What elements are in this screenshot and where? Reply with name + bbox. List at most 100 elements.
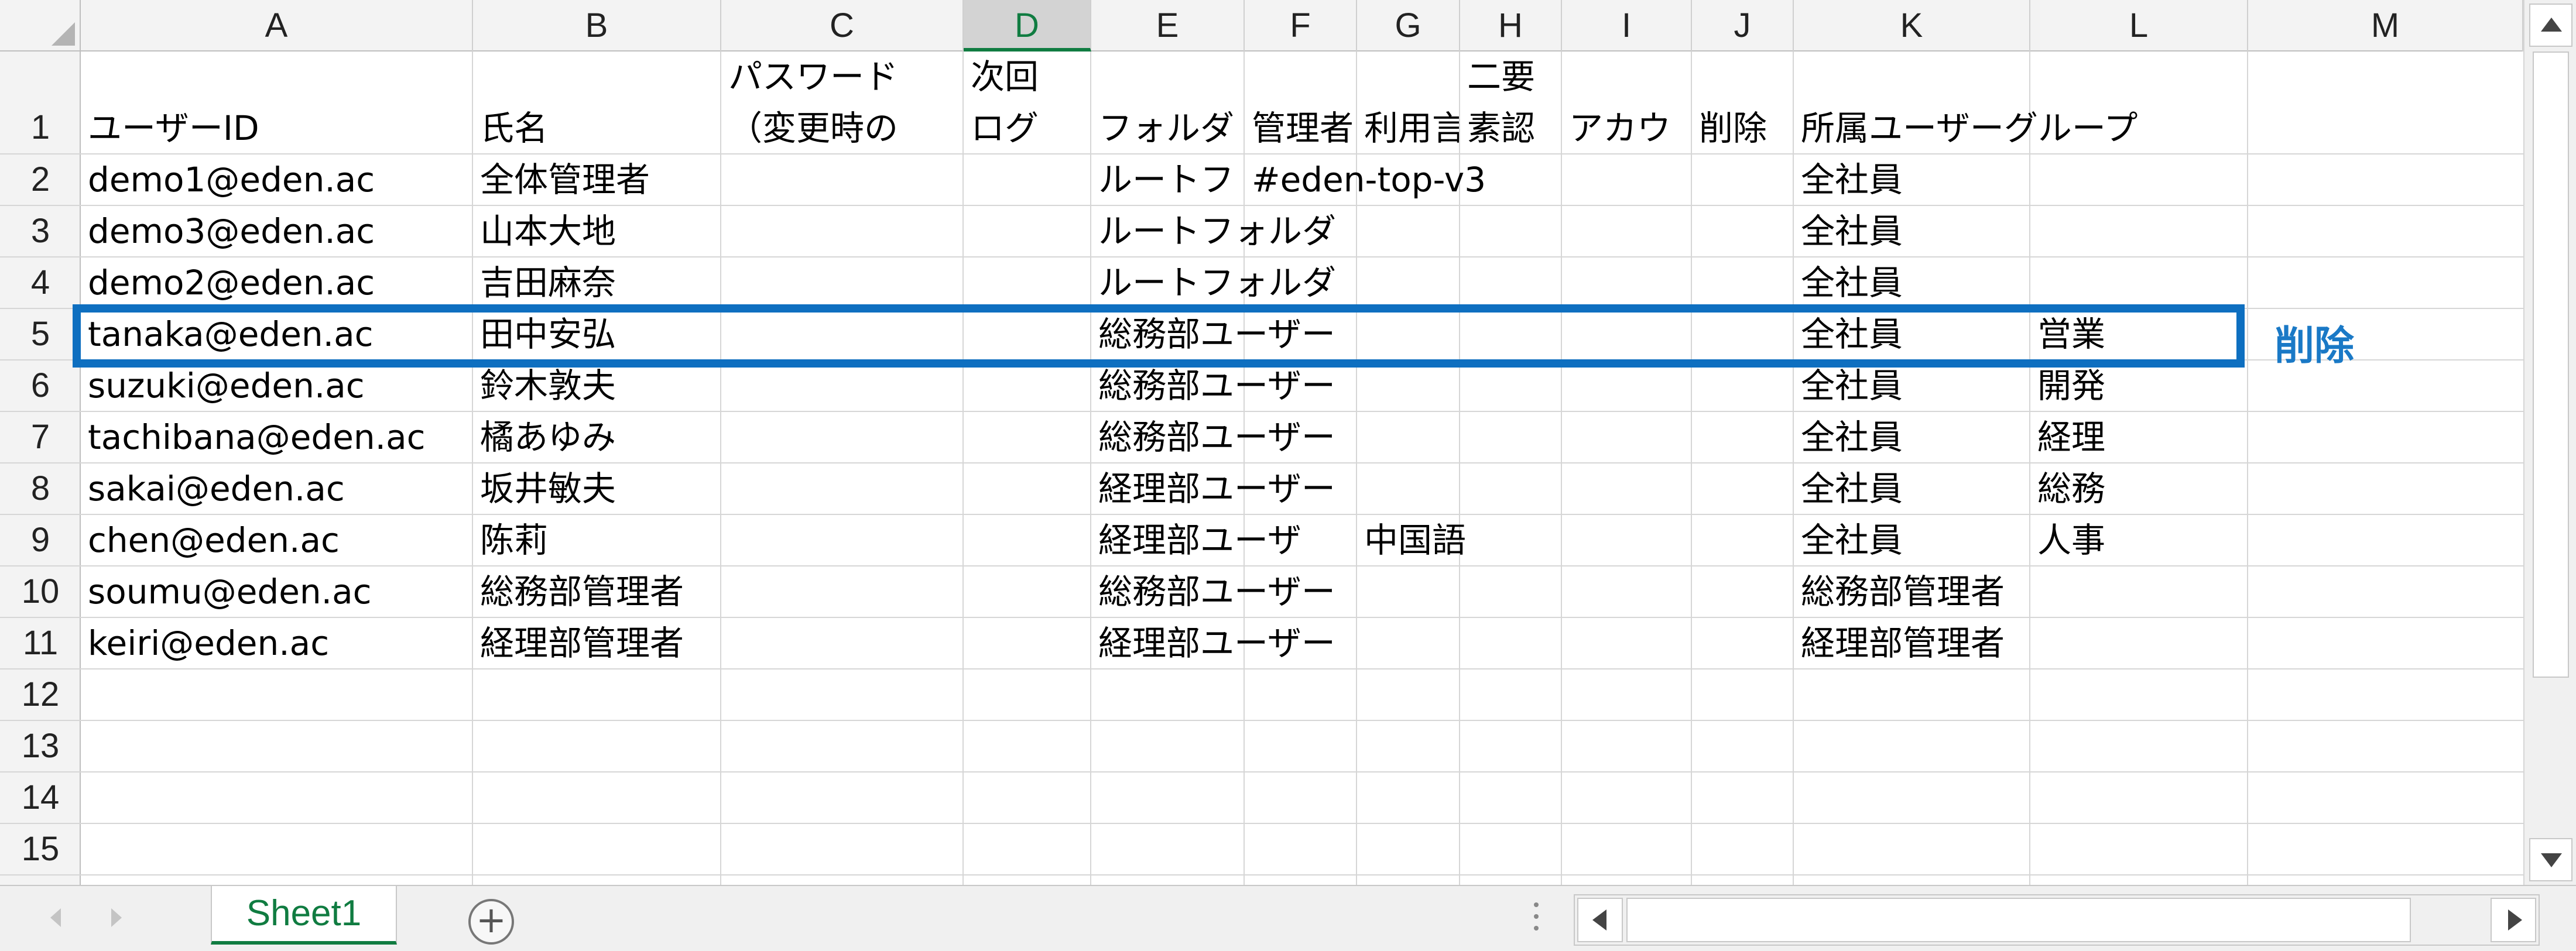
cell-e6[interactable]: 総務部ユーザー — [1091, 361, 1335, 411]
cell-k8[interactable]: 全社員 — [1794, 464, 1903, 514]
row-header-5[interactable]: 5 — [0, 309, 81, 361]
cell-a6[interactable]: suzuki@eden.ac — [81, 361, 365, 411]
cell-a11[interactable]: keiri@eden.ac — [81, 618, 329, 668]
cell-e10[interactable]: 総務部ユーザー — [1091, 567, 1335, 617]
cell-k7[interactable]: 全社員 — [1794, 412, 1903, 462]
cell-b10[interactable]: 総務部管理者 — [473, 567, 684, 617]
cell-a1[interactable]: ユーザーID — [81, 103, 259, 153]
cell-l6[interactable]: 開発 — [2030, 361, 2105, 411]
cell-a8[interactable]: sakai@eden.ac — [81, 464, 345, 514]
column-header-f[interactable]: F — [1245, 0, 1357, 52]
cell-b9[interactable]: 陈莉 — [473, 515, 548, 565]
horizontal-scrollbar[interactable] — [1574, 894, 2540, 946]
scroll-right-button[interactable] — [2491, 898, 2536, 942]
cell-l7[interactable]: 経理 — [2030, 412, 2105, 462]
cell-k11[interactable]: 経理部管理者 — [1794, 618, 2005, 668]
cell-k2[interactable]: 全社員 — [1794, 155, 1903, 205]
column-header-m[interactable]: M — [2248, 0, 2523, 52]
cell-d1-line1[interactable]: 次回 — [964, 52, 1090, 102]
cell-g1[interactable]: 利用言 — [1357, 103, 1459, 153]
next-sheet-arrow-icon[interactable] — [111, 908, 122, 927]
row-header-3[interactable]: 3 — [0, 206, 81, 258]
row-header-6[interactable]: 6 — [0, 361, 81, 412]
cell-a10[interactable]: soumu@eden.ac — [81, 567, 372, 617]
cell-k1[interactable]: 所属ユーザーグループ — [1794, 103, 2137, 153]
cell-j1[interactable]: 削除 — [1692, 103, 1793, 153]
cell-a4[interactable]: demo2@eden.ac — [81, 258, 375, 308]
cell-f1[interactable]: 管理者 — [1245, 103, 1356, 153]
add-sheet-plus-icon[interactable]: + — [468, 899, 514, 945]
cell-b4[interactable]: 吉田麻奈 — [473, 258, 616, 308]
cell-c1-line1[interactable]: パスワード — [721, 52, 962, 102]
cell-k3[interactable]: 全社員 — [1794, 206, 1903, 256]
cell-d1-line2[interactable]: ログ — [964, 103, 1090, 153]
row-header-7[interactable]: 7 — [0, 412, 81, 464]
row-header-9[interactable]: 9 — [0, 515, 81, 567]
cell-k9[interactable]: 全社員 — [1794, 515, 1903, 565]
cell-c1-line2[interactable]: （変更時の — [721, 103, 962, 153]
cell-b11[interactable]: 経理部管理者 — [473, 618, 684, 668]
row-header-4[interactable]: 4 — [0, 258, 81, 309]
cell-e8[interactable]: 経理部ユーザー — [1091, 464, 1335, 514]
sheet-tab-sheet1[interactable]: Sheet1 — [211, 886, 397, 945]
cell-e7[interactable]: 総務部ユーザー — [1091, 412, 1335, 462]
cell-b7[interactable]: 橘あゆみ — [473, 412, 616, 462]
column-header-a[interactable]: A — [81, 0, 473, 52]
sheet-tab-bar: Sheet1 + — [0, 885, 2576, 951]
cell-b1[interactable]: 氏名 — [473, 103, 548, 153]
cell-e4[interactable]: ルートフォルダ — [1091, 258, 1336, 308]
column-header-g[interactable]: G — [1357, 0, 1460, 52]
vertical-scroll-thumb[interactable] — [2533, 52, 2569, 678]
cell-b6[interactable]: 鈴木敦夫 — [473, 361, 616, 411]
horizontal-scroll-thumb[interactable] — [1626, 898, 2411, 942]
cell-e11[interactable]: 経理部ユーザー — [1091, 618, 1335, 668]
cell-b8[interactable]: 坂井敏夫 — [473, 464, 616, 514]
row-header-14[interactable]: 14 — [0, 773, 81, 824]
cell-k6[interactable]: 全社員 — [1794, 361, 1903, 411]
cell-i1[interactable]: アカウ — [1562, 103, 1691, 153]
row-header-15[interactable]: 15 — [0, 824, 81, 876]
scroll-up-button[interactable] — [2529, 4, 2572, 47]
cell-a3[interactable]: demo3@eden.ac — [81, 206, 375, 256]
cell-h1-line1[interactable]: 二要 — [1460, 52, 1561, 102]
cell-e9[interactable]: 経理部ユーザ — [1091, 515, 1357, 565]
cell-a2[interactable]: demo1@eden.ac — [81, 155, 375, 205]
cell-l9[interactable]: 人事 — [2030, 515, 2105, 565]
select-all-corner[interactable] — [0, 0, 81, 52]
column-header-j[interactable]: J — [1692, 0, 1794, 52]
cell-h1-line2[interactable]: 素認 — [1460, 103, 1561, 153]
row-header-13[interactable]: 13 — [0, 721, 81, 773]
row-header-11[interactable]: 11 — [0, 618, 81, 670]
cell-b3[interactable]: 山本大地 — [473, 206, 616, 256]
cell-a7[interactable]: tachibana@eden.ac — [81, 412, 426, 462]
cell-b2[interactable]: 全体管理者 — [473, 155, 650, 205]
prev-sheet-arrow-icon[interactable] — [50, 908, 61, 927]
row-header-1[interactable]: 1 — [0, 52, 81, 155]
vertical-scrollbar[interactable] — [2523, 0, 2576, 885]
tab-splitter-handle[interactable] — [1534, 902, 1539, 938]
column-header-h[interactable]: H — [1460, 0, 1562, 52]
spreadsheet-grid[interactable]: A B C D E F G H I J K L M 1 2 3 4 5 6 7 … — [0, 0, 2523, 885]
row-header-12[interactable]: 12 — [0, 670, 81, 721]
cell-e3[interactable]: ルートフォルダ — [1091, 206, 1336, 256]
row-header-10[interactable]: 10 — [0, 567, 81, 618]
column-header-k[interactable]: K — [1794, 0, 2030, 52]
cell-e2[interactable]: ルートフ — [1091, 155, 1245, 205]
column-header-b[interactable]: B — [473, 0, 721, 52]
row-header-2[interactable]: 2 — [0, 155, 81, 206]
scroll-down-button[interactable] — [2529, 838, 2572, 881]
column-header-i[interactable]: I — [1562, 0, 1692, 52]
cell-e1[interactable]: フォルダ — [1091, 103, 1244, 153]
cell-k4[interactable]: 全社員 — [1794, 258, 1903, 308]
cell-l8[interactable]: 総務 — [2030, 464, 2105, 514]
cell-g9[interactable]: 中国語 — [1357, 515, 1466, 565]
cell-f2[interactable]: #eden-top-v3 — [1245, 155, 1486, 205]
column-header-c[interactable]: C — [721, 0, 964, 52]
column-header-d[interactable]: D — [964, 0, 1091, 52]
row-header-8[interactable]: 8 — [0, 464, 81, 515]
cell-k10[interactable]: 総務部管理者 — [1794, 567, 2005, 617]
cell-a9[interactable]: chen@eden.ac — [81, 515, 340, 565]
column-header-e[interactable]: E — [1091, 0, 1245, 52]
column-header-l[interactable]: L — [2030, 0, 2248, 52]
scroll-left-button[interactable] — [1577, 898, 1623, 942]
